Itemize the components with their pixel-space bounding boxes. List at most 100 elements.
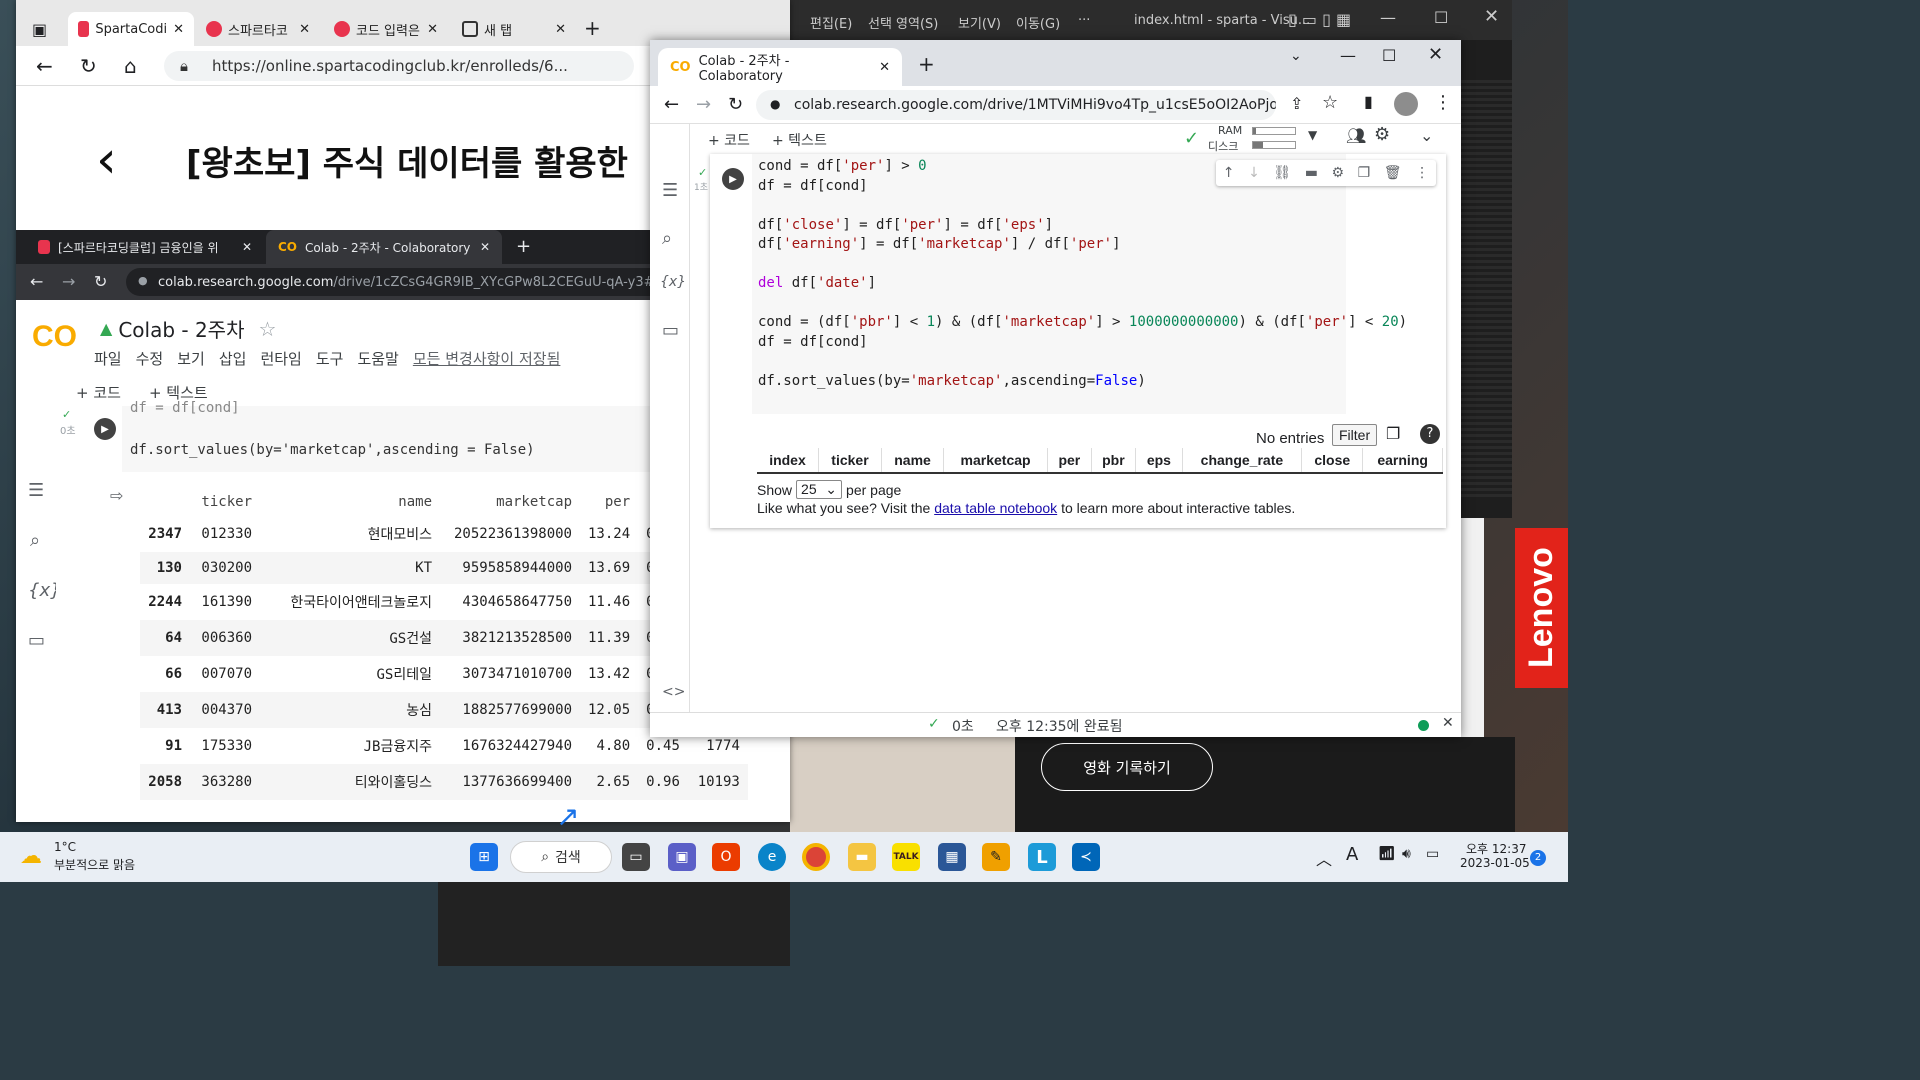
edge-tab-2[interactable]: 스파르타코 ✕ (196, 12, 320, 46)
vscode-minimap[interactable] (1456, 80, 1512, 500)
filter-button[interactable]: Filter (1332, 424, 1378, 446)
search-icon[interactable]: ⌕ (30, 530, 40, 551)
store-icon[interactable]: ▦ (938, 843, 966, 871)
delete-icon[interactable]: 🗑︎ (1384, 165, 1402, 181)
refresh-icon[interactable]: ↻ (94, 272, 107, 291)
edge-url-field[interactable]: 🔒︎ https://online.spartacodingclub.kr/en… (164, 51, 634, 81)
comment-icon[interactable]: ▬ (1305, 165, 1318, 181)
column-header-earning[interactable]: earning (1362, 448, 1443, 474)
status-completed[interactable]: 오후 12:35에 완료됨 (996, 716, 1123, 736)
menu-view[interactable]: 보기 (177, 348, 205, 369)
toc-icon[interactable]: ☰ (662, 180, 678, 201)
movie-record-button[interactable]: 영화 기록하기 (1041, 743, 1213, 791)
column-header-change_rate[interactable]: change_rate (1182, 448, 1303, 474)
share-users-icon[interactable]: 👥︎ (1346, 126, 1366, 145)
notebook-title[interactable]: ▲ Colab - 2주차 ☆ (100, 314, 276, 343)
clock-time[interactable]: 오후 12:37 (1466, 840, 1526, 857)
back-icon[interactable]: ← (36, 54, 53, 78)
saved-status[interactable]: 모든 변경사항이 저장됨 (413, 348, 561, 369)
battery-icon[interactable]: ▭ (1426, 846, 1439, 862)
cell-editor[interactable]: cond = df['per'] > 0 df = df[cond] df['c… (752, 154, 1407, 414)
clock-date[interactable]: 2023-01-05 (1460, 856, 1530, 870)
office-icon[interactable]: O (712, 843, 740, 871)
vscode-menu-edit[interactable]: 편집(E) (810, 13, 852, 32)
move-up-icon[interactable]: ↑ (1223, 165, 1235, 181)
per-page-select[interactable]: 25 ⌄ (796, 480, 843, 499)
column-header-pbr[interactable]: pbr (1091, 448, 1137, 474)
run-cell-button[interactable]: ▶ (94, 418, 116, 440)
variables-icon[interactable]: {x} (660, 274, 686, 290)
inner-tab-1[interactable]: [스파르타코딩클럽] 금융인을 위 ✕ (26, 230, 264, 264)
column-header-name[interactable]: name (881, 448, 945, 474)
move-down-icon[interactable]: ↓ (1248, 165, 1260, 181)
link-icon[interactable]: ⛓ (1273, 165, 1291, 181)
run-cell-button[interactable]: ▶ (722, 168, 744, 190)
edge-icon[interactable]: e (758, 843, 786, 871)
back-icon[interactable]: ← (30, 272, 43, 291)
add-code-button[interactable]: + 코드 (708, 130, 750, 150)
help-icon[interactable]: ? (1420, 424, 1440, 444)
column-header-index[interactable]: index (757, 448, 819, 474)
menu-insert[interactable]: 삽입 (219, 348, 247, 369)
toc-icon[interactable]: ☰ (28, 480, 44, 501)
close-tab-icon[interactable]: ✕ (173, 22, 184, 37)
maximize-icon[interactable]: ☐ (1382, 46, 1396, 65)
menu-runtime[interactable]: 런타임 (260, 348, 301, 369)
settings-gear-icon[interactable]: ⚙ (1374, 124, 1390, 145)
close-tab-icon[interactable]: ✕ (299, 22, 310, 37)
weather-desc[interactable]: 부분적으로 맑음 (54, 856, 135, 873)
add-text-button[interactable]: + 텍스트 (772, 130, 827, 150)
column-header-eps[interactable]: eps (1135, 448, 1183, 474)
minimize-icon[interactable]: — (1380, 8, 1396, 27)
refresh-icon[interactable]: ↻ (80, 54, 97, 78)
menu-edit[interactable]: 수정 (136, 348, 164, 369)
collapse-chevron-icon[interactable]: ⌄ (1420, 126, 1433, 145)
back-icon[interactable]: ← (664, 94, 679, 115)
more-vert-icon[interactable]: ⋮ (1415, 165, 1429, 181)
forward-icon[interactable]: → (696, 94, 711, 115)
copy-icon[interactable]: ❐ (1386, 424, 1400, 443)
close-tab-icon[interactable]: ✕ (427, 22, 438, 37)
folder-icon[interactable]: ▭ (662, 320, 679, 341)
start-icon[interactable]: ⊞ (470, 843, 498, 871)
colab-logo-icon[interactable]: CO (32, 320, 77, 354)
search-icon[interactable]: ⌕ (662, 228, 672, 249)
folder-icon[interactable]: ▭ (28, 630, 45, 651)
column-header-marketcap[interactable]: marketcap (943, 448, 1049, 474)
column-header-close[interactable]: close (1301, 448, 1364, 474)
menu-help[interactable]: 도움말 (357, 348, 398, 369)
home-icon[interactable]: ⌂ (124, 54, 137, 78)
close-tab-icon[interactable]: ✕ (480, 240, 490, 254)
ram-meter[interactable] (1252, 127, 1296, 135)
back-chevron-icon[interactable]: ‹ (96, 130, 117, 190)
close-tab-icon[interactable]: ✕ (555, 22, 566, 37)
vscode-menu-more[interactable]: ··· (1078, 13, 1090, 28)
weather-temp[interactable]: 1°C (54, 840, 76, 854)
add-tab-icon[interactable]: + (918, 52, 935, 76)
app-icon[interactable]: ✎ (982, 843, 1010, 871)
add-code-button[interactable]: + 코드 (76, 382, 121, 403)
teams-icon[interactable]: ▣ (668, 843, 696, 871)
code-snippets-icon[interactable]: <> (662, 684, 685, 700)
maximize-icon[interactable]: ☐ (1434, 8, 1448, 27)
mirror-cell-icon[interactable]: ❐ (1358, 165, 1371, 181)
volume-icon[interactable]: 🔊︎ (1402, 846, 1411, 862)
weather-icon[interactable]: ☁ (20, 844, 42, 869)
star-icon[interactable]: ☆ (258, 317, 276, 341)
close-icon[interactable]: ✕ (1484, 6, 1499, 27)
more-menu-icon[interactable]: ⋮ (1434, 92, 1452, 113)
column-header-per[interactable]: per (1047, 448, 1092, 474)
output-icon[interactable]: ⇨ (110, 486, 123, 505)
tab-search-icon[interactable]: ⌄ (1290, 48, 1302, 64)
avatar[interactable] (1394, 92, 1418, 116)
external-link-icon[interactable]: ↗ (556, 800, 579, 833)
file-explorer-icon[interactable]: ▬ (848, 843, 876, 871)
kakaotalk-icon[interactable]: TALK (892, 843, 920, 871)
chrome-icon[interactable] (802, 843, 830, 871)
add-tab-icon[interactable]: + (584, 16, 601, 40)
close-tab-icon[interactable]: ✕ (242, 240, 252, 254)
chevron-up-icon[interactable]: ︿ (1316, 846, 1332, 870)
colab-url-field[interactable]: ● colab.research.google.com/drive/1MTViM… (756, 90, 1276, 120)
edge-tab-4[interactable]: 새 탭 ✕ (452, 12, 576, 46)
column-header-ticker[interactable]: ticker (818, 448, 883, 474)
